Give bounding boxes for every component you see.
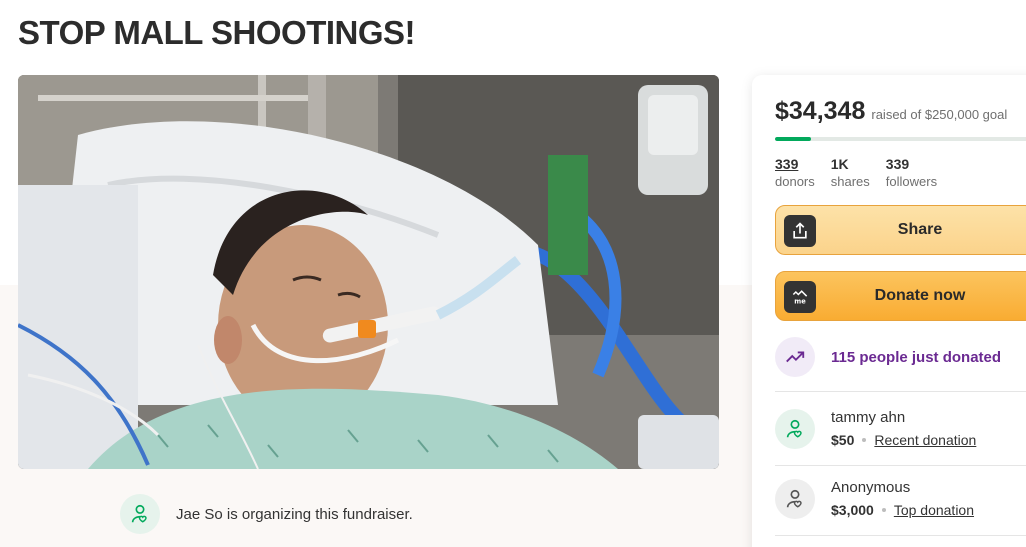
share-button[interactable]: Share <box>775 205 1026 255</box>
donor-name: Anonymous <box>831 479 911 496</box>
stat-shares-label: shares <box>830 174 870 189</box>
stat-shares: 1K shares <box>831 156 870 190</box>
organizer-text: Jae So is organizing this fundraiser. <box>176 505 413 523</box>
gofundme-me-icon: me <box>784 281 816 313</box>
raised-amount: $34,348 <box>775 97 866 125</box>
hospital-patient-photo <box>18 75 719 469</box>
heart-hand-icon <box>131 504 147 523</box>
goal-text: raised of $250,000 goal <box>871 107 1008 122</box>
share-icon <box>784 215 816 247</box>
stat-followers-value: 339 <box>885 156 910 172</box>
progress-fill <box>775 137 811 141</box>
stat-shares-value: 1K <box>830 156 849 172</box>
just-donated-text: 115 people just donated <box>831 348 1002 366</box>
page-title: STOP MALL SHOOTINGS! <box>18 14 416 51</box>
recent-donation-link[interactable]: Recent donation <box>874 430 976 450</box>
stats-row: 339 donors 1K shares 339 followers <box>775 156 937 190</box>
donate-now-button[interactable]: me Donate now <box>775 271 1026 321</box>
donation-card: $34,348 raised of $250,000 goal 339 dono… <box>752 75 1026 547</box>
svg-text:me: me <box>794 298 806 306</box>
stat-donors-value[interactable]: 339 <box>775 156 815 173</box>
stat-donors[interactable]: 339 donors <box>775 156 815 190</box>
donation-item: tammy ahn $50 Recent donation <box>775 408 1026 450</box>
donation-details: tammy ahn $50 Recent donation <box>831 408 976 450</box>
donation-amount: $3,000 <box>831 502 874 518</box>
stat-followers: 339 followers <box>886 156 937 190</box>
just-donated-row[interactable]: 115 people just donated <box>775 337 1026 377</box>
divider <box>775 391 1026 392</box>
organizer-row: Jae So is organizing this fundraiser. <box>120 494 413 534</box>
raised-summary: $34,348 raised of $250,000 goal <box>775 97 1007 126</box>
heart-hand-icon <box>775 409 815 449</box>
trending-up-icon <box>775 337 815 377</box>
donation-meta: $50 Recent donation <box>831 430 976 450</box>
donation-meta: $3,000 Top donation <box>831 500 974 520</box>
separator-dot <box>862 438 867 442</box>
progress-bar <box>775 137 1026 141</box>
donation-item: Anonymous $3,000 Top donation <box>775 478 1026 520</box>
heart-hand-icon <box>775 479 815 519</box>
organizer-avatar <box>120 494 160 534</box>
separator-dot <box>881 508 886 512</box>
donation-details: Anonymous $3,000 Top donation <box>831 478 974 520</box>
stat-followers-label: followers <box>885 174 938 189</box>
top-donation-link[interactable]: Top donation <box>894 500 974 520</box>
donor-name: tammy ahn <box>831 409 906 426</box>
divider <box>775 535 1026 536</box>
donation-amount: $50 <box>831 432 855 448</box>
stat-donors-label: donors <box>775 174 815 189</box>
hero-image[interactable] <box>18 75 719 469</box>
divider <box>775 465 1026 466</box>
